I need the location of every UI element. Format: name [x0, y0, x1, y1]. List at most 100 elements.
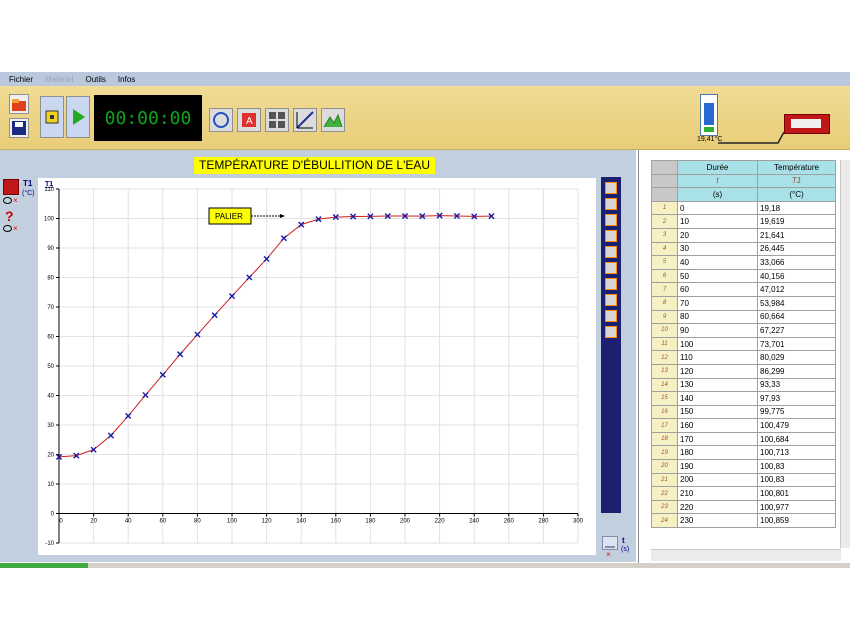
table-row[interactable]: 14 130 93,33	[651, 377, 836, 393]
cell-duree[interactable]: 190	[677, 459, 758, 474]
cell-temperature[interactable]: 93,33	[757, 377, 836, 393]
table-row[interactable]: 5 40 33,066	[651, 255, 836, 270]
analysis-button[interactable]: A	[237, 108, 261, 132]
acquisition-settings-button[interactable]	[40, 96, 64, 138]
table-row[interactable]: 16 150 99,775	[651, 404, 836, 420]
cell-duree[interactable]: 110	[677, 350, 758, 365]
cell-duree[interactable]: 40	[677, 255, 758, 270]
table-row[interactable]: 3 20 21,641	[651, 227, 836, 243]
cell-duree[interactable]: 220	[677, 499, 758, 515]
cell-duree[interactable]: 140	[677, 391, 758, 406]
cell-temperature[interactable]: 19,18	[757, 200, 836, 216]
calculator-button[interactable]	[265, 108, 289, 132]
table-row[interactable]: 11 100 73,701	[651, 336, 836, 352]
table-row[interactable]: 24 230 100,859	[651, 513, 836, 529]
cell-duree[interactable]: 150	[677, 404, 758, 420]
menu-materiel[interactable]: Matériel	[45, 75, 73, 84]
cell-duree[interactable]: 80	[677, 309, 758, 325]
scale-tool-icon[interactable]	[605, 294, 617, 306]
table-row[interactable]: 23 220 100,977	[651, 499, 836, 515]
grid-tool-icon[interactable]	[605, 278, 617, 290]
cell-temperature[interactable]: 99,775	[757, 404, 836, 420]
cell-duree[interactable]: 70	[677, 295, 758, 311]
menu-outils[interactable]: Outils	[85, 75, 105, 84]
remove-curve-icon[interactable]: ×	[13, 197, 20, 205]
cell-temperature[interactable]: 33,066	[757, 255, 836, 270]
open-file-button[interactable]	[9, 94, 29, 114]
crosshair-tool-icon[interactable]	[605, 198, 617, 210]
cell-duree[interactable]: 130	[677, 377, 758, 393]
cell-temperature[interactable]: 100,479	[757, 418, 836, 433]
table-row[interactable]: 1 0 19,18	[651, 200, 836, 216]
table-vertical-scrollbar[interactable]	[840, 160, 850, 548]
cell-duree[interactable]: 0	[677, 200, 758, 216]
table-row[interactable]: 2 10 19,619	[651, 214, 836, 229]
x-axis-settings[interactable]	[602, 536, 618, 550]
table-row[interactable]: 17 160 100,479	[651, 418, 836, 433]
table-row[interactable]: 20 190 100,83	[651, 459, 836, 474]
visibility-eye-icon-2[interactable]	[3, 225, 12, 232]
data-table[interactable]: Durée Température t T1 (s) (°C) 1 0 19,18 2…	[651, 160, 836, 529]
sync-button[interactable]	[209, 108, 233, 132]
save-button[interactable]	[9, 118, 29, 138]
cell-temperature[interactable]: 21,641	[757, 227, 836, 243]
table-row[interactable]: 13 120 86,299	[651, 363, 836, 379]
cell-duree[interactable]: 230	[677, 513, 758, 529]
line-tool-icon[interactable]	[605, 246, 617, 258]
column-header-duree[interactable]: Durée	[677, 160, 758, 175]
cell-temperature[interactable]: 100,83	[757, 459, 836, 474]
cell-temperature[interactable]: 97,93	[757, 391, 836, 406]
cell-temperature[interactable]: 19,619	[757, 214, 836, 229]
table-row[interactable]: 4 30 26,445	[651, 241, 836, 257]
menu-fichier[interactable]: Fichier	[9, 75, 33, 84]
zoom-icon[interactable]	[605, 310, 617, 322]
cursor-tool-icon[interactable]	[605, 182, 617, 194]
cell-temperature[interactable]: 80,029	[757, 350, 836, 365]
autoscale-icon[interactable]	[605, 326, 617, 338]
cell-duree[interactable]: 210	[677, 486, 758, 501]
table-row[interactable]: 21 200 100,83	[651, 472, 836, 488]
cell-duree[interactable]: 30	[677, 241, 758, 257]
cell-temperature[interactable]: 100,684	[757, 431, 836, 447]
interface-device[interactable]	[700, 94, 718, 136]
chart-title[interactable]: TEMPÉRATURE D'ÉBULLITION DE L'EAU	[194, 157, 436, 174]
visibility-eye-icon[interactable]	[3, 197, 12, 204]
sensor-device[interactable]	[784, 114, 830, 134]
cell-duree[interactable]: 60	[677, 282, 758, 297]
cell-temperature[interactable]: 100,83	[757, 472, 836, 488]
table-row[interactable]: 19 180 100,713	[651, 445, 836, 461]
table-row[interactable]: 22 210 100,801	[651, 486, 836, 501]
cell-duree[interactable]: 90	[677, 323, 758, 338]
play-button[interactable]	[66, 96, 90, 138]
table-row[interactable]: 7 60 47,012	[651, 282, 836, 297]
cell-temperature[interactable]: 100,859	[757, 513, 836, 529]
table-row[interactable]: 10 90 67,227	[651, 323, 836, 338]
column-header-temperature[interactable]: Température	[757, 160, 836, 175]
horizontal-line-icon[interactable]	[605, 230, 617, 242]
table-row[interactable]: 8 70 53,984	[651, 295, 836, 311]
cell-duree[interactable]: 50	[677, 268, 758, 284]
cell-temperature[interactable]: 100,801	[757, 486, 836, 501]
table-row[interactable]: 15 140 97,93	[651, 391, 836, 406]
cell-temperature[interactable]: 40,156	[757, 268, 836, 284]
cell-temperature[interactable]: 53,984	[757, 295, 836, 311]
x-unit-remove-icon[interactable]: ×	[606, 550, 611, 559]
temperature-sensor-icon[interactable]	[3, 179, 19, 195]
table-row[interactable]: 18 170 100,684	[651, 431, 836, 447]
cell-duree[interactable]: 200	[677, 472, 758, 488]
table-horizontal-scrollbar[interactable]	[651, 549, 841, 561]
unknown-sensor-icon[interactable]: ?	[5, 208, 19, 224]
cell-duree[interactable]: 100	[677, 336, 758, 352]
cell-temperature[interactable]: 26,445	[757, 241, 836, 257]
cell-duree[interactable]: 160	[677, 418, 758, 433]
cell-temperature[interactable]: 60,664	[757, 309, 836, 325]
cell-temperature[interactable]: 73,701	[757, 336, 836, 352]
table-row[interactable]: 6 50 40,156	[651, 268, 836, 284]
cell-temperature[interactable]: 47,012	[757, 282, 836, 297]
graph-area[interactable]: T1 -10 0 10 20 30 40 50 60 70 80 90 100 110 0 20 40 60 80 1…	[38, 178, 596, 555]
function-button[interactable]	[293, 108, 317, 132]
cell-temperature[interactable]: 86,299	[757, 363, 836, 379]
remove-curve-icon-2[interactable]: ×	[13, 225, 20, 233]
cell-duree[interactable]: 20	[677, 227, 758, 243]
table-row[interactable]: 12 110 80,029	[651, 350, 836, 365]
